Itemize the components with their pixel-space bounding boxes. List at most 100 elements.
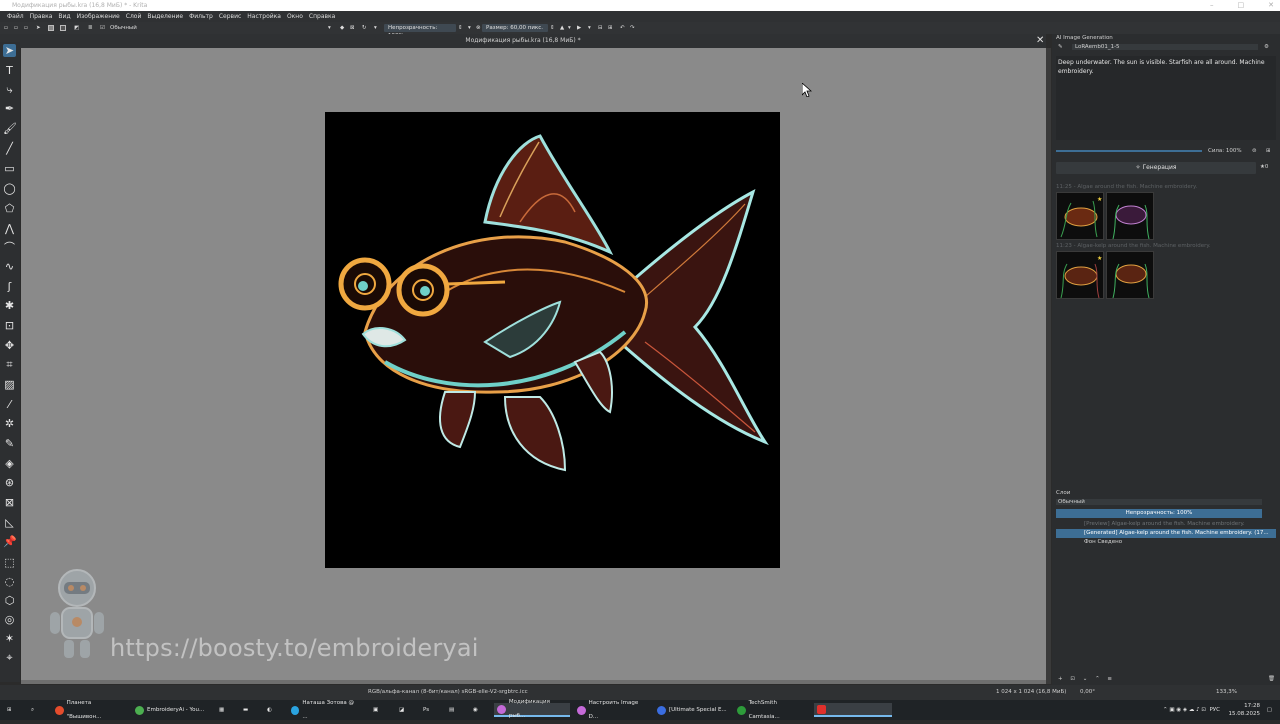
clock[interactable]: 17:28 15.08.2025 <box>1222 702 1261 718</box>
taskbar-app[interactable]: [Ultimate Special E... <box>654 703 730 717</box>
trash-icon[interactable]: 🗑 <box>1268 676 1275 682</box>
eraser-icon[interactable]: ◆ <box>340 22 344 34</box>
calculator-icon[interactable]: ▦ <box>216 703 227 717</box>
search-icon[interactable]: ⌕ <box>28 703 37 717</box>
blend-mode-select[interactable]: Обычный <box>110 22 137 34</box>
fill-pattern-icon[interactable] <box>48 22 56 34</box>
vertical-scrollbar[interactable] <box>1046 48 1051 684</box>
rectangle-tool-icon[interactable]: ▭ <box>3 162 16 175</box>
document-tab-title[interactable]: Модификация рыбы.kra (16,8 МиБ) * <box>0 37 1046 44</box>
zoom-level[interactable]: 133,3% <box>1216 685 1237 700</box>
new-file-icon[interactable]: ▫ <box>4 22 8 34</box>
layer-blend-mode-select[interactable]: Обычный <box>1056 499 1262 505</box>
mirror-icon[interactable]: ▲ <box>560 22 564 34</box>
menu-file[interactable]: Файл <box>4 11 27 22</box>
select-shapes-tool-icon[interactable]: ➤ <box>3 44 16 57</box>
dynamic-brush-tool-icon[interactable]: ʃ <box>3 280 16 293</box>
history-thumbnail[interactable]: ★ <box>1056 251 1104 299</box>
color-picker-tool-icon[interactable]: ⁄ <box>3 398 16 411</box>
measure-tool-icon[interactable]: ◺ <box>3 516 16 529</box>
dropdown-chevron-icon[interactable]: ▾ <box>588 22 591 34</box>
bezier-select-tool-icon[interactable]: ⌖ <box>3 651 16 664</box>
canvas-area[interactable] <box>21 48 1047 684</box>
gradient-tool-icon[interactable]: ▨ <box>3 378 16 391</box>
taskbar-app[interactable]: EmbroideryAi - You... <box>132 703 208 717</box>
taskbar-app-active[interactable]: Модификация рыб... <box>494 699 570 719</box>
polyline-tool-icon[interactable]: ⋀ <box>3 222 16 235</box>
menu-settings[interactable]: Настройка <box>244 11 284 22</box>
smart-patch-tool-icon[interactable]: ✲ <box>3 417 16 430</box>
crop-tool-icon[interactable]: ⌗ <box>3 358 16 371</box>
taskbar-app[interactable]: Планета "Вышивон... <box>52 700 128 720</box>
undo-icon[interactable]: ↶ <box>620 22 625 34</box>
edge-icon[interactable]: ◐ <box>264 703 275 717</box>
grid-icon[interactable]: ⊞ <box>608 22 613 34</box>
stepper-icon[interactable]: ⇕ <box>458 22 463 34</box>
maximize-icon[interactable]: □ <box>1238 0 1245 11</box>
notes-icon[interactable]: ◪ <box>396 703 407 717</box>
polygon-tool-icon[interactable]: ⬠ <box>3 202 16 215</box>
close-window-icon[interactable]: ✕ <box>1268 0 1274 11</box>
layer-opacity-slider[interactable]: Непрозрачность: 100% <box>1056 509 1262 518</box>
polygon-select-tool-icon[interactable]: ⬡ <box>3 594 16 607</box>
text-tool-icon[interactable]: T <box>3 64 16 77</box>
layer-row[interactable]: Фон Сведено <box>1056 538 1276 547</box>
enclose-fill-tool-icon[interactable]: ⊛ <box>3 476 16 489</box>
gear-icon[interactable]: ⚙ <box>1264 44 1269 50</box>
menu-layer[interactable]: Слой <box>123 11 145 22</box>
menu-help[interactable]: Справка <box>306 11 338 22</box>
app-icon[interactable]: ▣ <box>370 703 381 717</box>
ai-settings-icon[interactable]: ✎ <box>1058 44 1063 50</box>
menu-filter[interactable]: Фильтр <box>186 11 216 22</box>
history-thumbnail[interactable] <box>1106 192 1154 240</box>
opacity-slider[interactable]: Непрозрачность: 100% <box>384 24 456 39</box>
save-file-icon[interactable]: ▫ <box>24 22 28 34</box>
menu-image[interactable]: Изображение <box>74 11 123 22</box>
app-icon[interactable]: ▤ <box>446 703 457 717</box>
layer-actions-toolbar[interactable]: + ⊡ ⌄ ⌃ ≡ <box>1058 676 1115 682</box>
menu-edit[interactable]: Правка <box>27 11 56 22</box>
generate-button[interactable]: ✧ Генерация <box>1056 162 1256 174</box>
redo-icon[interactable]: ↷ <box>630 22 635 34</box>
brush-tool-icon[interactable]: 🖌 <box>3 122 17 135</box>
model-select[interactable]: LoRAemb01_1-5 <box>1072 44 1258 50</box>
colorize-mask-tool-icon[interactable]: ✎ <box>3 437 16 450</box>
wrap-icon[interactable]: ⊟ <box>598 22 603 34</box>
history-thumbnail[interactable] <box>1106 251 1154 299</box>
dropdown-chevron-icon[interactable]: ▾ <box>328 22 331 34</box>
open-file-icon[interactable]: ▫ <box>14 22 18 34</box>
recording-icon[interactable] <box>814 703 892 717</box>
ellipse-tool-icon[interactable]: ◯ <box>3 182 16 195</box>
fill-tool-icon[interactable]: ◈ <box>3 457 16 470</box>
transform-tool-icon[interactable]: ⊡ <box>3 319 16 332</box>
calligraphy-tool-icon[interactable]: ✒ <box>3 102 16 115</box>
bezier-tool-icon[interactable]: ⌒ <box>3 241 16 254</box>
photoshop-icon[interactable]: Ps <box>420 703 432 717</box>
taskbar-app[interactable]: Наташа Зотова @ ... <box>288 700 360 720</box>
menu-tools[interactable]: Сервис <box>216 11 244 22</box>
mirror-horizontal-icon[interactable]: ▶ <box>577 22 581 34</box>
horizontal-scrollbar[interactable] <box>21 680 1047 684</box>
prompt-input[interactable]: Deep underwater. The sun is visible. Sta… <box>1056 56 1276 140</box>
edit-shapes-tool-icon[interactable]: ⤷ <box>3 83 16 96</box>
strength-slider[interactable] <box>1056 150 1202 152</box>
menu-select[interactable]: Выделение <box>144 11 186 22</box>
settings-toggle-icon[interactable]: ⊞ <box>1266 148 1271 154</box>
gradient-icon[interactable] <box>60 22 68 34</box>
assistant-tool-icon[interactable]: ⊠ <box>3 496 16 509</box>
layer-row[interactable]: [Generated] Algae-kelp around the fish. … <box>1056 529 1276 538</box>
embroidery-fish-image[interactable] <box>325 112 780 568</box>
menu-view[interactable]: Вид <box>55 11 73 22</box>
brush-preset-icon[interactable]: ≣ <box>88 22 93 34</box>
reload-preset-icon[interactable]: ↻ <box>362 22 367 34</box>
swap-colors-icon[interactable]: ◩ <box>74 22 79 34</box>
checkbox-icon[interactable]: ☑ <box>100 22 105 34</box>
menu-window[interactable]: Окно <box>284 11 306 22</box>
alpha-lock-icon[interactable]: ⊠ <box>350 22 355 34</box>
tray-icons[interactable]: ⌃ ▣ ◉ ◈ ☁ ♪ ⊡ <box>1163 706 1206 714</box>
close-document-icon[interactable]: ✕ <box>1036 35 1044 46</box>
queue-count-icon[interactable]: ★0 <box>1260 164 1268 170</box>
notification-icon[interactable]: ▢ <box>1267 706 1272 714</box>
queue-icon[interactable]: ⊜ <box>1252 148 1257 154</box>
taskbar-app[interactable]: TechSmith Camtasia... <box>734 700 810 720</box>
